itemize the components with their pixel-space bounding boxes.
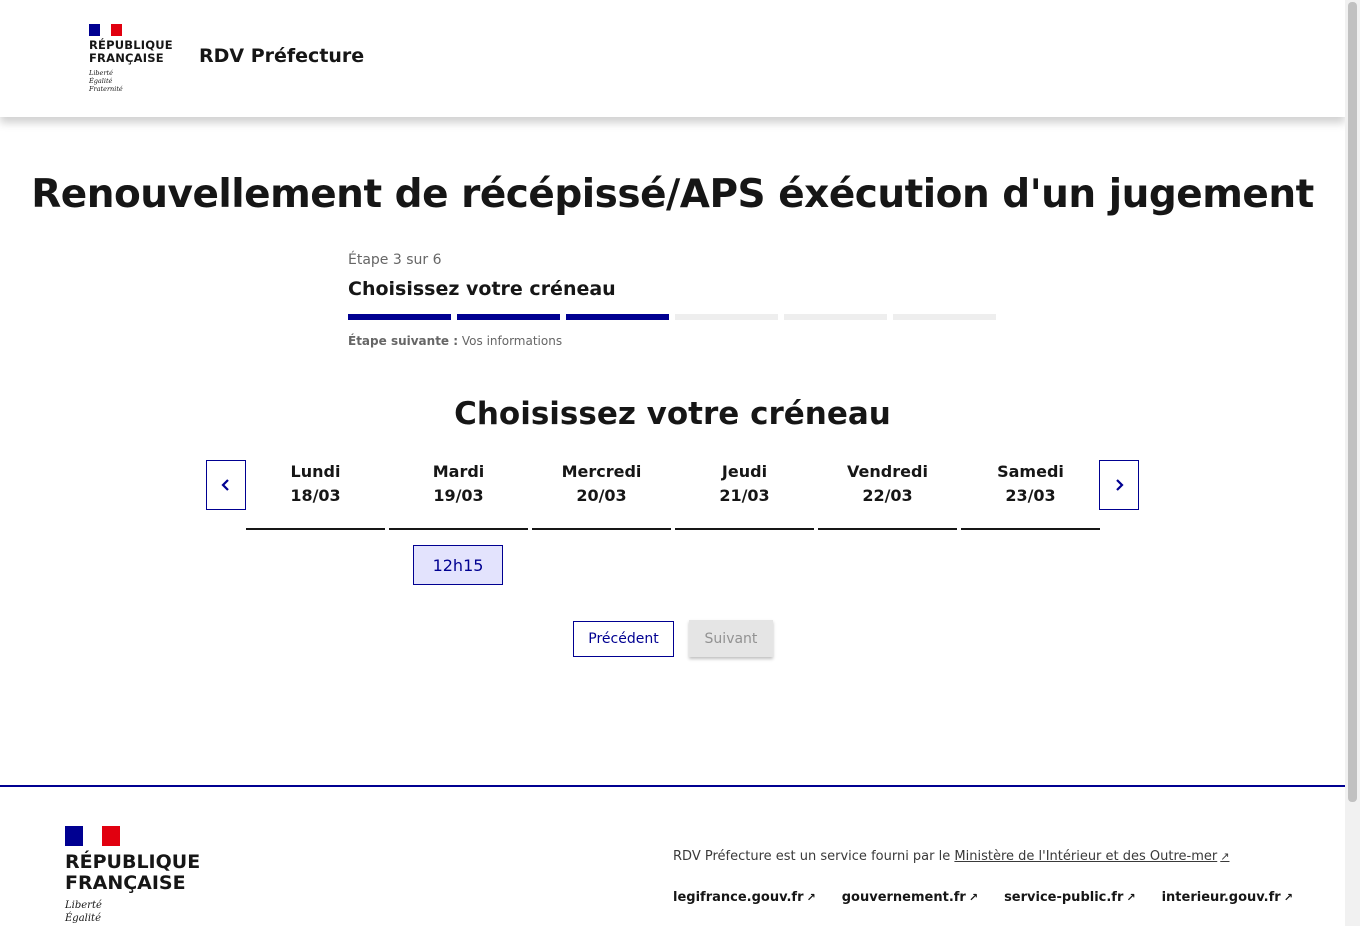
previous-button[interactable]: Précédent bbox=[573, 621, 674, 657]
republique-francaise-logo[interactable]: RÉPUBLIQUE FRANÇAISE Liberté Égalité Fra… bbox=[89, 24, 173, 93]
footer-republique-francaise-logo[interactable]: RÉPUBLIQUE FRANÇAISE Liberté Égalité bbox=[65, 826, 200, 925]
page-title: Renouvellement de récépissé/APS éxécutio… bbox=[31, 172, 1314, 217]
day-columns: Lundi 18/03 Mardi 19/03 Mercredi 20/03 J… bbox=[246, 460, 1100, 530]
day-date: 19/03 bbox=[433, 486, 484, 505]
stepper-bar-segment bbox=[348, 314, 451, 320]
marianne-flag-icon bbox=[89, 24, 122, 36]
stepper-state: Étape 3 sur 6 bbox=[348, 252, 442, 268]
stepper-bar-segment bbox=[784, 314, 887, 320]
site-header: RÉPUBLIQUE FRANÇAISE Liberté Égalité Fra… bbox=[0, 0, 1345, 117]
footer-republic-motto: Liberté Égalité bbox=[65, 900, 102, 924]
service-title[interactable]: RDV Préfecture bbox=[199, 45, 364, 67]
republic-motto: Liberté Égalité Fraternité bbox=[89, 69, 123, 93]
chevron-left-icon bbox=[221, 479, 229, 491]
next-week-button[interactable] bbox=[1099, 460, 1139, 510]
day-column: Mercredi 20/03 bbox=[532, 460, 671, 530]
day-column: Samedi 23/03 bbox=[961, 460, 1100, 530]
day-name: Jeudi bbox=[721, 462, 768, 481]
service-public-link[interactable]: service-public.fr ↗ bbox=[1004, 890, 1136, 905]
stepper-next-step: Étape suivante : Vos informations bbox=[348, 334, 998, 348]
legifrance-link[interactable]: legifrance.gouv.fr ↗ bbox=[673, 890, 816, 905]
external-link-icon: ↗ bbox=[968, 891, 979, 904]
stepper-progress bbox=[348, 314, 998, 320]
day-name: Mercredi bbox=[561, 462, 642, 481]
footer-links: legifrance.gouv.fr ↗ gouvernement.fr ↗ ser… bbox=[673, 890, 1293, 905]
interieur-link[interactable]: interieur.gouv.fr ↗ bbox=[1162, 890, 1293, 905]
page-scrollbar[interactable] bbox=[1345, 0, 1360, 926]
stepper-next-label: Étape suivante : bbox=[348, 334, 459, 348]
republic-name: RÉPUBLIQUE FRANÇAISE bbox=[89, 38, 173, 65]
day-date: 23/03 bbox=[1005, 486, 1056, 505]
next-button[interactable]: Suivant bbox=[689, 620, 773, 657]
external-link-icon: ↗ bbox=[1220, 850, 1230, 863]
stepper: Étape 3 sur 6 Choisissez votre créneau É… bbox=[348, 252, 998, 348]
ministere-link[interactable]: Ministère de l'Intérieur et des Outre-me… bbox=[954, 849, 1229, 864]
day-date: 18/03 bbox=[290, 486, 341, 505]
day-column: Vendredi 22/03 bbox=[818, 460, 957, 530]
scrollbar-thumb[interactable] bbox=[1348, 2, 1357, 802]
stepper-bar-segment bbox=[457, 314, 560, 320]
chevron-right-icon bbox=[1116, 479, 1124, 491]
day-date: 21/03 bbox=[719, 486, 770, 505]
day-date: 20/03 bbox=[576, 486, 627, 505]
day-date: 22/03 bbox=[862, 486, 913, 505]
day-column: Lundi 18/03 bbox=[246, 460, 385, 530]
time-slot-button[interactable]: 12h15 bbox=[413, 545, 503, 585]
stepper-bar-segment bbox=[566, 314, 669, 320]
day-name: Vendredi bbox=[847, 462, 928, 481]
stepper-title: Choisissez votre créneau bbox=[348, 278, 616, 300]
gouvernement-link[interactable]: gouvernement.fr ↗ bbox=[842, 890, 978, 905]
previous-week-button[interactable] bbox=[206, 460, 246, 510]
day-name: Samedi bbox=[997, 462, 1064, 481]
external-link-icon: ↗ bbox=[1126, 891, 1136, 904]
external-link-icon: ↗ bbox=[1283, 891, 1293, 904]
external-link-icon: ↗ bbox=[806, 891, 816, 904]
slot-section-title: Choisissez votre créneau bbox=[454, 396, 891, 432]
day-name: Mardi bbox=[432, 462, 485, 481]
day-column: Jeudi 21/03 bbox=[675, 460, 814, 530]
marianne-flag-icon bbox=[65, 826, 120, 846]
stepper-bar-segment bbox=[893, 314, 996, 320]
footer-description: RDV Préfecture est un service fourni par… bbox=[673, 849, 1229, 864]
stepper-next-value: Vos informations bbox=[461, 334, 563, 348]
footer-republic-name: RÉPUBLIQUE FRANÇAISE bbox=[65, 851, 201, 894]
site-footer: RÉPUBLIQUE FRANÇAISE Liberté Égalité RDV… bbox=[0, 785, 1345, 926]
day-name: Lundi bbox=[290, 462, 341, 481]
footer-description-text: RDV Préfecture est un service fourni par… bbox=[673, 849, 951, 864]
stepper-bar-segment bbox=[675, 314, 778, 320]
day-column: Mardi 19/03 bbox=[389, 460, 528, 530]
